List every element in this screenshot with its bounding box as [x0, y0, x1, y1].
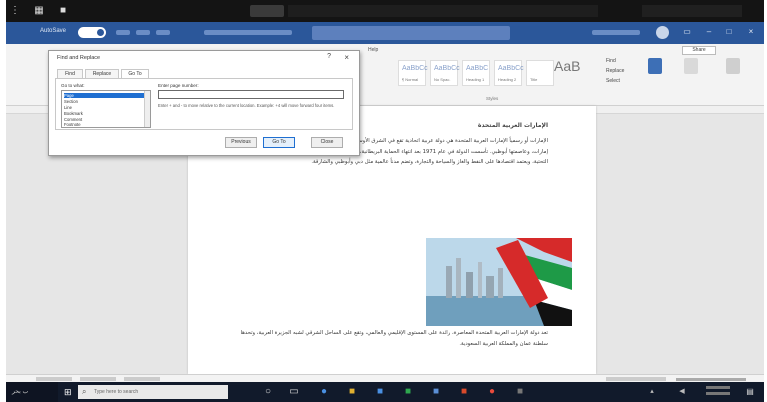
session-title-area [288, 5, 598, 17]
page-count-status [36, 377, 72, 381]
goto-option-line[interactable]: Line [64, 105, 144, 110]
cortana-icon[interactable]: ○ [262, 386, 274, 398]
goto-option-bookmark[interactable]: Bookmark [64, 111, 144, 116]
style-title[interactable]: Title [526, 60, 554, 86]
powerpoint-icon[interactable]: ■ [458, 386, 470, 398]
goto-button[interactable]: Go To [263, 137, 295, 148]
style-heading-1[interactable]: AaBbC Heading 1 [462, 60, 490, 86]
goto-list-scrollbar[interactable] [144, 91, 150, 127]
close-window-icon[interactable]: × [746, 27, 756, 37]
store-icon[interactable]: ■ [374, 386, 386, 398]
windows-start-icon[interactable]: ⊞ [64, 387, 74, 397]
goto-option-footnote[interactable]: Footnote [64, 122, 144, 127]
editor-icon[interactable] [726, 58, 740, 74]
system-tray-icons[interactable]: ▴ [646, 386, 658, 398]
goto-panel: Go to what: Page Section Line Bookmark C… [55, 78, 353, 130]
replace-button[interactable]: Replace [606, 68, 624, 74]
session-toolbar: ⋮ ▦ ■ [6, 0, 764, 22]
ribbon-display-icon[interactable]: ▭ [682, 27, 692, 37]
share-button[interactable]: Share [682, 46, 716, 55]
search-icon: ⌕ [82, 387, 87, 396]
remote-desktop-frame: ⋮ ▦ ■ AutoSave ▭ – □ × Help Share AaBbCc… [6, 0, 764, 402]
view-buttons[interactable] [606, 377, 666, 381]
clock[interactable] [706, 385, 730, 395]
goto-hint-text: Enter + and - to move relative to the cu… [158, 103, 335, 108]
windows-taskbar: ب بحر ⊞ ⌕ Type here to search ○ ▭ ● ■ ■ … [6, 382, 764, 402]
chrome-icon[interactable]: ● [486, 386, 498, 398]
taskbar-search-placeholder: Type here to search [94, 389, 139, 395]
page-number-input[interactable] [158, 90, 344, 99]
style-preview[interactable]: AaB [554, 58, 580, 74]
zoom-slider[interactable] [676, 378, 746, 381]
close-icon[interactable]: × [344, 53, 349, 62]
excel-icon[interactable]: ■ [402, 386, 414, 398]
help-icon[interactable]: ? [327, 53, 331, 60]
dictate-icon[interactable] [648, 58, 662, 74]
taskbar-search-input[interactable]: ⌕ Type here to search [78, 385, 228, 399]
enter-page-label: Enter page number: [158, 83, 199, 88]
styles-group-label: Styles [486, 96, 499, 101]
find-replace-dialog: Find and Replace ? × Find Replace Go To … [48, 50, 360, 156]
style-no-spacing[interactable]: AaBbCc No Spac. [430, 60, 460, 86]
autosave-toggle[interactable] [78, 27, 106, 38]
session-control[interactable] [250, 5, 284, 17]
edge-icon[interactable]: ● [318, 386, 330, 398]
grid-icon[interactable]: ▦ [34, 6, 44, 16]
taskbar-left-panel: ب بحر [6, 382, 58, 402]
camera-icon[interactable]: ■ [58, 6, 68, 16]
word-count-status [80, 377, 116, 381]
uae-flag-image[interactable] [426, 238, 572, 326]
session-status-area [642, 5, 742, 17]
word-title-bar: AutoSave ▭ – □ × [6, 22, 764, 44]
taskbar-left-label: ب بحر [12, 389, 29, 395]
document-heading: الإمارات العربية المتحدة [477, 122, 548, 129]
maximize-icon[interactable]: □ [724, 27, 734, 37]
volume-icon[interactable]: ◀ [676, 386, 688, 398]
close-button[interactable]: Close [311, 137, 343, 148]
goto-what-label: Go to what: [61, 83, 85, 88]
status-bar [6, 374, 764, 382]
app-icon[interactable]: ■ [514, 386, 526, 398]
select-button[interactable]: Select [606, 78, 620, 84]
redo-icon[interactable] [156, 30, 170, 35]
autosave-label: AutoSave [40, 28, 67, 34]
style-normal[interactable]: AaBbCc ¶ Normal [398, 60, 428, 86]
dialog-title: Find and Replace [57, 55, 101, 61]
language-status [124, 377, 160, 381]
goto-what-list[interactable]: Page Section Line Bookmark Comment Footn… [61, 90, 151, 128]
goto-option-section[interactable]: Section [64, 99, 144, 104]
task-view-icon[interactable]: ▭ [288, 386, 300, 398]
word-icon[interactable]: ■ [430, 386, 442, 398]
search-box[interactable] [312, 26, 510, 40]
user-name [592, 30, 640, 35]
previous-button[interactable]: Previous [225, 137, 257, 148]
paragraph-2: تعد دولة الإمارات العربية المتحدة المعاص… [240, 330, 548, 347]
goto-option-page[interactable]: Page [64, 93, 144, 98]
file-explorer-icon[interactable]: ■ [346, 386, 358, 398]
find-button[interactable]: Find [606, 58, 616, 64]
menu-icon[interactable]: ⋮ [10, 6, 20, 16]
style-heading-2[interactable]: AaBbCc Heading 2 [494, 60, 524, 86]
minimize-icon[interactable]: – [704, 27, 714, 37]
sensitivity-icon[interactable] [684, 58, 698, 74]
undo-icon[interactable] [136, 30, 150, 35]
notification-icon[interactable]: ▤ [744, 386, 756, 398]
document-title [204, 30, 292, 35]
tab-help[interactable]: Help [368, 47, 378, 53]
uae-flag-image-drawing [426, 238, 572, 326]
avatar[interactable] [656, 26, 669, 39]
save-icon[interactable] [116, 30, 130, 35]
